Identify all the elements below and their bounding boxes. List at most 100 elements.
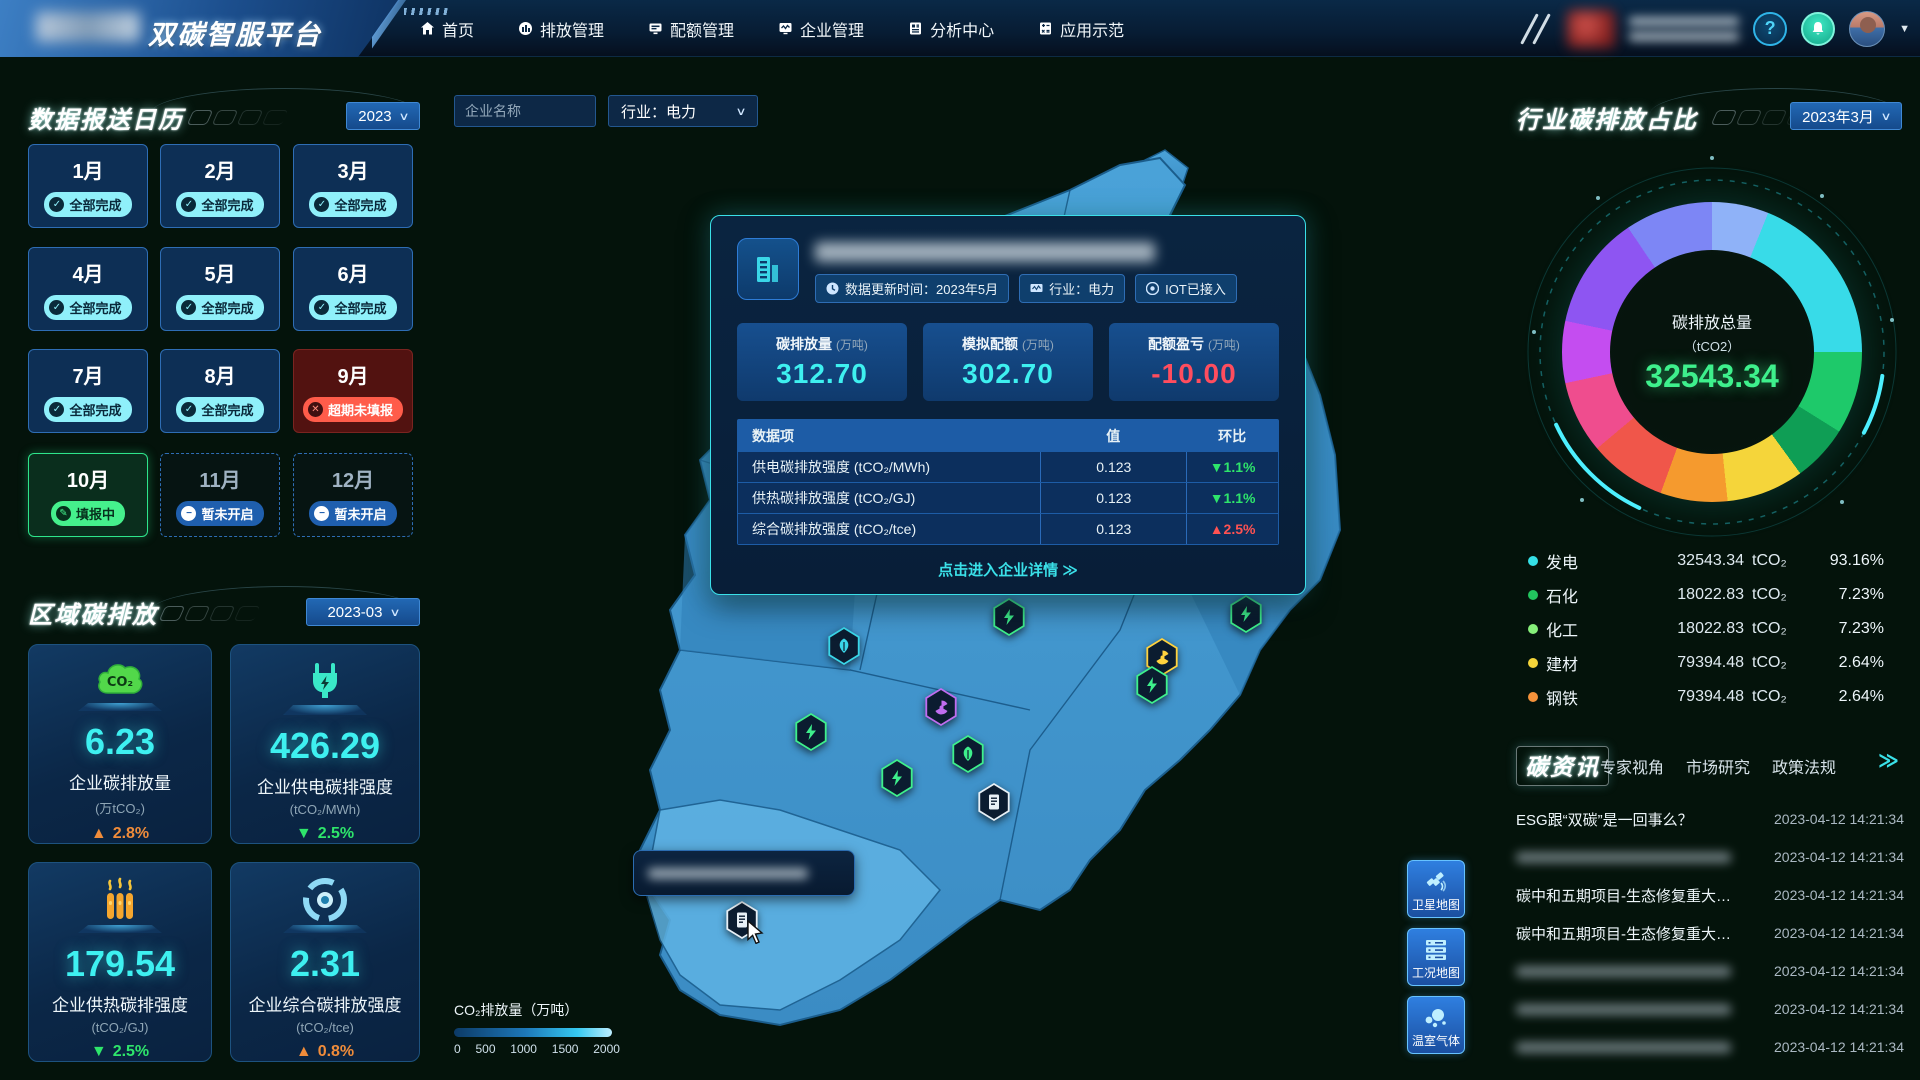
enterprise-popup-card: 数据更新时间：2023年5月行业：电力IOT已接入 碳排放量 (万吨)312.7… <box>710 215 1306 595</box>
map-marker-radiation[interactable] <box>924 688 958 726</box>
help-button[interactable]: ? <box>1753 12 1787 46</box>
month-status-badge: ✓全部完成 <box>176 295 263 320</box>
clock-icon <box>826 282 839 295</box>
change-value: 0.8% <box>318 1043 354 1061</box>
enterprise-detail-link[interactable]: 点击进入企业详情 ≫ <box>737 559 1279 580</box>
news-more-button[interactable]: ≫ <box>1878 748 1899 773</box>
industry-legend-row: 发电32543.34tCO₂93.16% <box>1516 544 1902 578</box>
nav-item-label: 首页 <box>442 17 474 41</box>
month-status-badge: −暂未开启 <box>309 501 396 526</box>
icon-pedestal <box>78 925 162 933</box>
month-card-1月[interactable]: 1月✓全部完成 <box>28 144 148 228</box>
month-card-3月[interactable]: 3月✓全部完成 <box>293 144 413 228</box>
month-card-11月[interactable]: 11月−暂未开启 <box>160 453 280 537</box>
status-badge-text: 暂未开启 <box>201 504 253 523</box>
month-card-2月[interactable]: 2月✓全部完成 <box>160 144 280 228</box>
news-tab-专家视角[interactable]: 专家视角 <box>1600 754 1664 778</box>
popup-table-row: 综合碳排放强度 (tCO₂/tce)0.123▲2.5% <box>738 513 1278 544</box>
legend-dot-icon <box>1528 692 1538 702</box>
map-marker-bolt[interactable] <box>1135 666 1169 704</box>
map-marker-leaf[interactable] <box>951 735 985 773</box>
map-marker-bolt[interactable] <box>992 598 1026 636</box>
map-marker-bolt[interactable] <box>1229 595 1263 633</box>
month-card-10月[interactable]: 10月✎填报中 <box>28 453 148 537</box>
news-item-title: 碳中和五期项目-生态修复重大工程 <box>1516 923 1741 944</box>
nav-item-配额管理[interactable]: 配额管理 <box>648 17 734 41</box>
user-avatar[interactable] <box>1849 11 1885 47</box>
avatar-caret-icon[interactable]: ▼ <box>1899 23 1910 35</box>
nav-item-首页[interactable]: 首页 <box>420 17 474 41</box>
legend-name: 化工 <box>1546 617 1632 641</box>
news-tab-政策法规[interactable]: 政策法规 <box>1772 754 1836 778</box>
month-card-5月[interactable]: 5月✓全部完成 <box>160 247 280 331</box>
month-status-badge: ✓全部完成 <box>309 295 396 320</box>
month-label: 3月 <box>337 155 368 184</box>
donut-center-label: 碳排放总量 <box>1672 309 1752 333</box>
month-card-4月[interactable]: 4月✓全部完成 <box>28 247 148 331</box>
region-panel-title: 区域碳排放 <box>28 595 158 630</box>
news-tab-市场研究[interactable]: 市场研究 <box>1686 754 1750 778</box>
legend-tick: 500 <box>475 1042 495 1056</box>
nav-item-label: 排放管理 <box>540 17 604 41</box>
region-card-change: ▼2.5% <box>91 1043 149 1061</box>
month-card-8月[interactable]: 8月✓全部完成 <box>160 349 280 433</box>
molecule-icon <box>1423 1006 1449 1030</box>
nav-item-分析中心[interactable]: 分析中心 <box>908 17 994 41</box>
month-card-12月[interactable]: 12月−暂未开启 <box>293 453 413 537</box>
month-card-6月[interactable]: 6月✓全部完成 <box>293 247 413 331</box>
map-button-label: 卫星地图 <box>1412 896 1460 913</box>
legend-value: 18022.83 <box>1632 620 1744 638</box>
region-card-unit: (万tCO₂) <box>95 798 145 817</box>
map-button-工况地图[interactable]: 工况地图 <box>1407 928 1465 986</box>
status-badge-icon: ✕ <box>308 402 323 417</box>
month-card-9月[interactable]: 9月✕超期未填报 <box>293 349 413 433</box>
map-marker-leaf[interactable] <box>827 627 861 665</box>
tooltip-text-blurred <box>648 868 808 879</box>
region-period-dropdown[interactable]: 2023-03 ∨ <box>306 598 420 626</box>
news-item-time: 2023-04-12 14:21:34 <box>1774 887 1904 903</box>
news-item[interactable]: 2023-04-12 14:21:34 <box>1516 952 1904 990</box>
industry-legend: 发电32543.34tCO₂93.16%石化18022.83tCO₂7.23% 化… <box>1516 544 1902 714</box>
status-badge-icon: − <box>181 506 196 521</box>
nav-item-应用示范[interactable]: 应用示范 <box>1038 17 1124 41</box>
nav-item-企业管理[interactable]: 企业管理 <box>778 17 864 41</box>
industry-panel-title: 行业碳排放占比 <box>1516 100 1698 135</box>
enterprise-icon <box>778 21 793 36</box>
map-marker-bolt[interactable] <box>794 713 828 751</box>
company-search-input[interactable] <box>454 95 596 127</box>
popup-header: 数据更新时间：2023年5月行业：电力IOT已接入 <box>737 238 1279 303</box>
popup-table-header: 环比 <box>1186 420 1278 451</box>
table-cell-change: ▼1.1% <box>1186 452 1278 482</box>
status-badge-text: 全部完成 <box>334 195 386 214</box>
status-badge-icon: ✓ <box>181 402 196 417</box>
table-cell-value: 0.123 <box>1040 514 1186 544</box>
map-button-卫星地图[interactable]: 卫星地图 <box>1407 860 1465 918</box>
industry-filter-dropdown[interactable]: 行业：电力 ∨ <box>608 95 758 127</box>
news-item[interactable]: 碳中和五期项目-生态修复重大工程2023-04-12 14:21:34 <box>1516 914 1904 952</box>
calendar-year-dropdown[interactable]: 2023 ∨ <box>346 102 420 130</box>
nav-item-排放管理[interactable]: 排放管理 <box>518 17 604 41</box>
news-item[interactable]: ESG跟“双碳”是一回事么？2023-04-12 14:21:34 <box>1516 800 1904 838</box>
map-button-温室气体[interactable]: 温室气体 <box>1407 996 1465 1054</box>
month-label: 2月 <box>204 155 235 184</box>
news-item[interactable]: 2023-04-12 14:21:34 <box>1516 838 1904 876</box>
news-item[interactable]: 2023-04-12 14:21:34 <box>1516 1028 1904 1066</box>
news-item[interactable]: 碳中和五期项目-生态修复重大工程...2023-04-12 14:21:34 <box>1516 876 1904 914</box>
region-card-企业综合碳排放强度: 2.31企业综合碳排放强度(tCO₂/tce)▲0.8% <box>230 862 420 1062</box>
table-cell-item: 综合碳排放强度 (tCO₂/tce) <box>738 519 1040 539</box>
table-cell-item: 供热碳排放强度 (tCO₂/GJ) <box>738 488 1040 508</box>
legend-unit: tCO₂ <box>1744 654 1802 672</box>
region-card-label: 企业供电碳排强度 <box>257 773 393 798</box>
notifications-button[interactable] <box>1801 12 1835 46</box>
industry-legend-row: 石化18022.83tCO₂7.23% <box>1516 578 1902 612</box>
industry-period-dropdown[interactable]: 2023年3月 ∨ <box>1790 102 1902 130</box>
month-card-7月[interactable]: 7月✓全部完成 <box>28 349 148 433</box>
nav-item-label: 配额管理 <box>670 17 734 41</box>
news-item[interactable]: 2023-04-12 14:21:34 <box>1516 990 1904 1028</box>
status-badge-icon: − <box>314 506 329 521</box>
news-title-blurred <box>1516 1004 1731 1015</box>
map-marker-doc[interactable] <box>977 783 1011 821</box>
region-card-change: ▼2.5% <box>296 825 354 843</box>
month-status-badge: −暂未开启 <box>176 501 263 526</box>
map-marker-bolt[interactable] <box>880 759 914 797</box>
